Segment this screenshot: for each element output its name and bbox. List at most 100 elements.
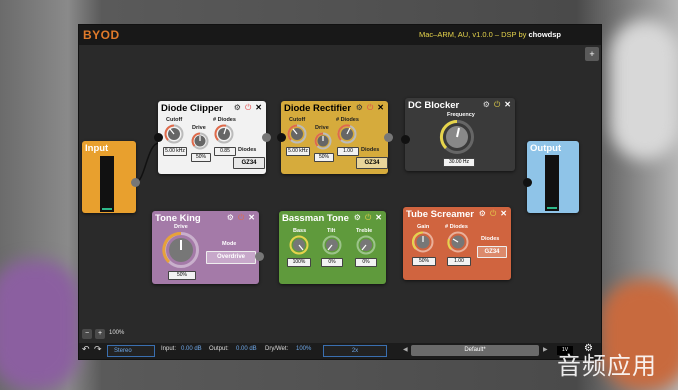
output-gain-value[interactable]: 0.00 dB	[236, 346, 257, 352]
output-port[interactable]	[384, 133, 393, 142]
tilt-knob[interactable]	[322, 235, 342, 255]
module-title: Bassman Tone	[282, 213, 349, 224]
output-gain-label: Output:	[209, 346, 229, 352]
bass-knob[interactable]	[289, 235, 309, 255]
diodes-knob[interactable]	[447, 231, 469, 253]
cutoff-value[interactable]: 5.00 kHz	[163, 147, 187, 156]
power-icon[interactable]: ⏻	[367, 103, 373, 113]
diodes-knob[interactable]	[214, 124, 234, 144]
bassman-tone-module[interactable]: Bassman Tone ⚙ ⏻ ✕ Bass 100% Tilt 0% Trebl…	[279, 211, 386, 284]
zoom-in-button[interactable]: +	[95, 329, 105, 339]
redo-icon[interactable]: ↷	[94, 344, 102, 355]
watermark: 音频应用	[557, 352, 657, 380]
preset-next-button[interactable]: ▶	[543, 346, 548, 353]
bass-value[interactable]: 100%	[287, 258, 311, 267]
output-port[interactable]	[262, 133, 271, 142]
zoom-out-button[interactable]: −	[82, 329, 92, 339]
input-port[interactable]	[154, 133, 163, 142]
cutoff-knob[interactable]	[164, 124, 184, 144]
power-icon[interactable]: ⏻	[365, 213, 371, 223]
drive-value[interactable]: 50%	[314, 153, 334, 162]
power-icon[interactable]: ⏻	[245, 103, 251, 113]
drive-knob[interactable]	[162, 231, 200, 269]
power-icon[interactable]: ⏻	[238, 213, 244, 223]
treble-knob[interactable]	[356, 235, 376, 255]
diode-type-select[interactable]: GZ34	[477, 246, 507, 258]
gain-knob[interactable]	[412, 231, 434, 253]
input-module[interactable]: Input	[82, 141, 136, 213]
diode-type-select[interactable]: GZ34	[233, 157, 265, 169]
frequency-value[interactable]: 30.00 Hz	[443, 158, 475, 167]
gear-icon[interactable]: ⚙	[483, 100, 490, 110]
module-controls: ⚙ ⏻ ✕	[234, 103, 262, 113]
bass-label: Bass	[293, 228, 307, 234]
diode-type-label: Diodes	[238, 147, 257, 153]
add-module-button[interactable]: +	[585, 47, 599, 61]
module-title: Output	[530, 143, 562, 154]
gear-icon[interactable]: ⚙	[479, 209, 486, 219]
gear-icon[interactable]: ⚙	[234, 103, 241, 113]
tilt-value[interactable]: 0%	[321, 258, 343, 267]
preset-prev-button[interactable]: ◀	[403, 346, 408, 353]
module-controls: ⚙ ⏻ ✕	[227, 213, 255, 223]
output-port[interactable]	[255, 252, 264, 261]
close-icon[interactable]: ✕	[500, 209, 507, 219]
cutoff-value[interactable]: 5.00 kHz	[286, 147, 310, 156]
frequency-knob[interactable]	[439, 119, 475, 155]
diodes-value[interactable]: 1.00	[447, 257, 471, 266]
drive-value[interactable]: 50%	[191, 153, 211, 162]
diodes-value[interactable]: 1.00	[337, 147, 359, 156]
plugin-window: BYOD Mac–ARM, AU, v1.0.0 – DSP by chowds…	[78, 24, 602, 360]
diode-type-select[interactable]: GZ34	[356, 157, 388, 169]
output-port[interactable]	[131, 178, 140, 187]
cutoff-knob[interactable]	[287, 124, 307, 144]
module-controls: ⚙ ⏻ ✕	[354, 213, 382, 223]
drive-value[interactable]: 50%	[168, 271, 196, 280]
module-title: Tone King	[155, 213, 201, 224]
input-port[interactable]	[277, 133, 286, 142]
mode-select[interactable]: Overdrive	[206, 251, 256, 264]
tube-screamer-module[interactable]: Tube Screamer ⚙ ⏻ ✕ Gain 50% # Diodes 1.00…	[403, 207, 511, 280]
diode-clipper-module[interactable]: Diode Clipper ⚙ ⏻ ✕ Cutoff 5.00 kHz Drive …	[158, 101, 266, 174]
gear-icon[interactable]: ⚙	[354, 213, 361, 223]
drive-knob[interactable]	[314, 132, 332, 150]
tone-king-module[interactable]: Tone King ⚙ ⏻ ✕ Drive 50% Mode Overdrive	[152, 211, 259, 284]
input-gain-value[interactable]: 0.00 dB	[181, 346, 202, 352]
drive-label: Drive	[174, 224, 188, 230]
treble-value[interactable]: 0%	[355, 258, 377, 267]
diodes-knob[interactable]	[337, 124, 357, 144]
power-icon[interactable]: ⏻	[494, 100, 500, 110]
preset-select[interactable]: Default*	[411, 345, 539, 356]
close-icon[interactable]: ✕	[377, 103, 384, 113]
background-blur	[610, 20, 678, 160]
diodes-value[interactable]: 0.85	[214, 147, 236, 156]
input-port[interactable]	[401, 135, 410, 144]
close-icon[interactable]: ✕	[504, 100, 511, 110]
close-icon[interactable]: ✕	[255, 103, 262, 113]
treble-label: Treble	[356, 228, 373, 234]
zoom-level: 100%	[109, 330, 125, 336]
output-module[interactable]: Output	[527, 141, 579, 213]
drive-knob[interactable]	[191, 132, 209, 150]
gear-icon[interactable]: ⚙	[356, 103, 363, 113]
gain-value[interactable]: 50%	[412, 257, 436, 266]
oversampling-select[interactable]: 2x	[323, 345, 387, 357]
undo-icon[interactable]: ↶	[82, 344, 90, 355]
title-bar: BYOD Mac–ARM, AU, v1.0.0 – DSP by chowds…	[79, 25, 601, 45]
channel-select[interactable]: Stereo	[107, 345, 155, 357]
diode-type-label: Diodes	[361, 147, 380, 153]
frequency-label: Frequency	[447, 112, 475, 118]
close-icon[interactable]: ✕	[248, 213, 255, 223]
cutoff-label: Cutoff	[289, 117, 306, 123]
input-port[interactable]	[523, 178, 532, 187]
power-icon[interactable]: ⏻	[490, 209, 496, 219]
gear-icon[interactable]: ⚙	[227, 213, 234, 223]
close-icon[interactable]: ✕	[375, 213, 382, 223]
diode-rectifier-module[interactable]: Diode Rectifier ⚙ ⏻ ✕ Cutoff 5.00 kHz Driv…	[281, 101, 388, 174]
module-title: Diode Clipper	[161, 103, 223, 114]
input-meter	[100, 156, 114, 212]
module-title: Diode Rectifier	[284, 103, 352, 114]
dry-wet-value[interactable]: 100%	[296, 346, 311, 352]
dc-blocker-module[interactable]: DC Blocker ⚙ ⏻ ✕ Frequency 30.00 Hz	[405, 98, 515, 171]
diodes-count-label: # Diodes	[213, 117, 236, 123]
